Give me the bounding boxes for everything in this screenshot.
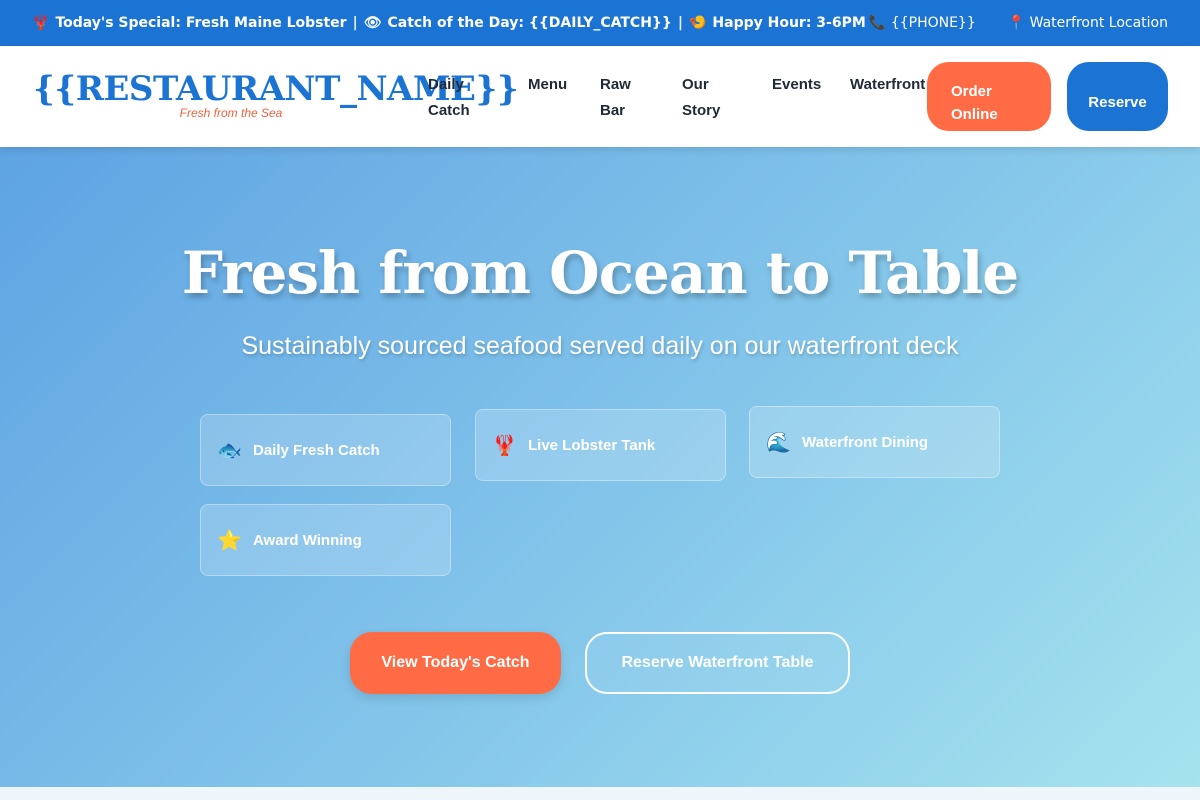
pin-icon: 📍	[1007, 15, 1026, 31]
order-online-button[interactable]: Order Online	[927, 62, 1051, 131]
nav-raw-bar[interactable]: Raw Bar	[600, 72, 631, 124]
eye-icon: 👁	[363, 15, 382, 31]
nav-daily-catch[interactable]: Daily Catch	[428, 72, 470, 124]
hero-subtitle: Sustainably sourced seafood served daily…	[241, 332, 959, 360]
fish-icon: 🐟	[217, 439, 242, 462]
feature-label: Waterfront Dining	[802, 433, 929, 451]
reserve-waterfront-table-button[interactable]: Reserve Waterfront Table	[585, 632, 850, 694]
hero-section: Fresh from Ocean to Table Sustainably so…	[0, 147, 1200, 787]
feature-label: Award Winning	[253, 531, 362, 549]
nav-waterfront[interactable]: Waterfront	[850, 72, 925, 98]
lobster-icon: 🦞	[492, 434, 517, 457]
feature-card-daily-fresh-catch: 🐟 Daily Fresh Catch	[200, 414, 451, 486]
star-icon: ⭐	[217, 529, 242, 552]
contact-info: 📞 {{PHONE}} 📍 Waterfront Location	[869, 15, 1168, 31]
separator: |	[677, 15, 683, 31]
location-link[interactable]: 📍 Waterfront Location	[1008, 15, 1168, 31]
feature-card-award-winning: ⭐ Award Winning	[200, 504, 451, 576]
happy-hour-text: Happy Hour: 3-6PM	[712, 15, 866, 31]
shrimp-icon: 🍤	[688, 15, 707, 31]
feature-label: Live Lobster Tank	[528, 436, 656, 454]
lobster-icon: 🦞	[32, 15, 50, 31]
location-text: Waterfront Location	[1029, 15, 1168, 31]
phone-link[interactable]: 📞 {{PHONE}}	[869, 15, 976, 31]
announcement-bar: 🦞 Today's Special: Fresh Maine Lobster |…	[0, 0, 1200, 46]
nav-menu[interactable]: Menu	[528, 72, 567, 98]
view-todays-catch-button[interactable]: View Today's Catch	[350, 632, 561, 694]
wave-icon: 🌊	[766, 431, 791, 454]
site-header: {{RESTAURANT_NAME}} Fresh from the Sea D…	[0, 46, 1200, 147]
catch-of-the-day-text: Catch of the Day: {{DAILY_CATCH}}	[387, 15, 672, 31]
separator: |	[352, 15, 358, 31]
hero-title: Fresh from Ocean to Table	[181, 239, 1019, 307]
todays-special-text: Today's Special: Fresh Maine Lobster	[55, 15, 347, 31]
nav-events[interactable]: Events	[772, 72, 821, 98]
feature-card-waterfront-dining: 🌊 Waterfront Dining	[749, 406, 1000, 478]
reserve-button[interactable]: Reserve	[1067, 62, 1168, 131]
phone-icon: 📞	[868, 15, 887, 31]
nav-our-story[interactable]: Our Story	[682, 72, 720, 124]
phone-text: {{PHONE}}	[890, 15, 976, 31]
specials-ticker: 🦞 Today's Special: Fresh Maine Lobster |…	[32, 15, 866, 31]
feature-label: Daily Fresh Catch	[253, 441, 380, 459]
feature-card-live-lobster-tank: 🦞 Live Lobster Tank	[475, 409, 726, 481]
